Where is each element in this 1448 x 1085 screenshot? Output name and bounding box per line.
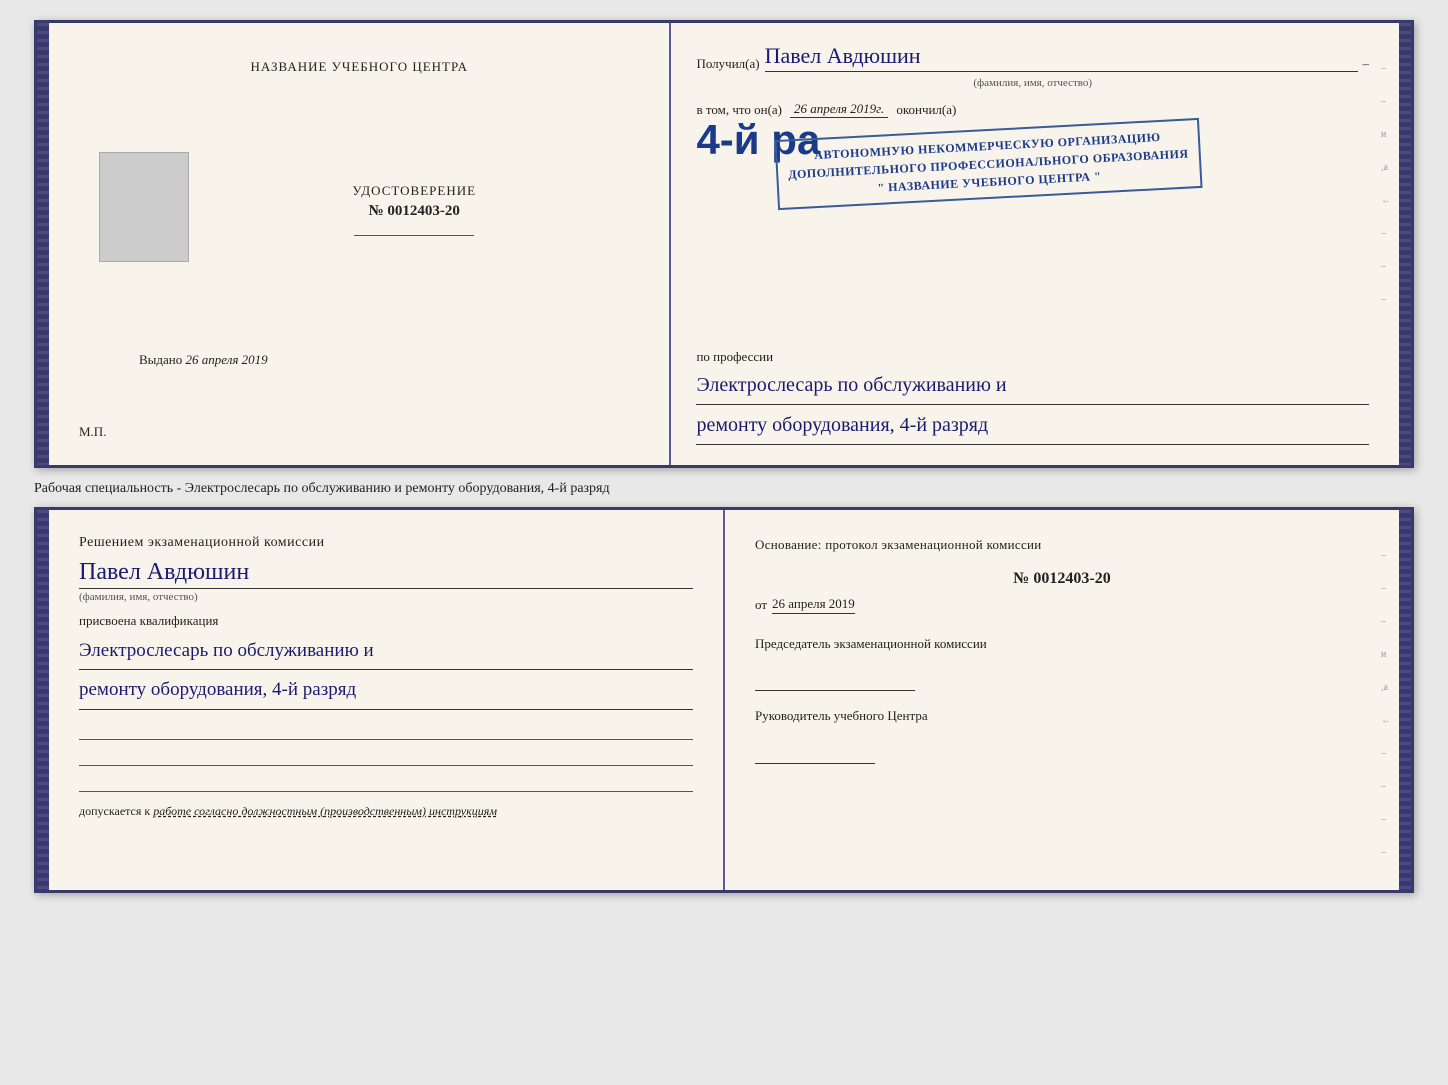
protocol-number: № 0012403-20 — [755, 570, 1369, 588]
blank-lines — [79, 718, 693, 792]
okoncil-label: окончил(а) — [896, 102, 956, 118]
qual-line-1: Электрослесарь по обслуживанию и — [79, 635, 693, 670]
chairman-section: Председатель экзаменационной комиссии — [755, 634, 1369, 692]
bottom-right-page: Основание: протокол экзаменационной коми… — [725, 510, 1399, 890]
cert-right-page: Получил(а) Павел Авдюшин – (фамилия, имя… — [671, 23, 1399, 465]
blank-line-2 — [79, 744, 693, 766]
osnov-line: Основание: протокол экзаменационной коми… — [755, 535, 1369, 555]
right-spine — [1399, 23, 1411, 465]
bottom-left-page: Решением экзаменационной комиссии Павел … — [49, 510, 725, 890]
document-container: НАЗВАНИЕ УЧЕБНОГО ЦЕНТРА УДОСТОВЕРЕНИЕ №… — [34, 20, 1414, 893]
org-line-1: АВТОНОМНУЮ НЕКОММЕРЧЕСКУЮ ОРГАНИЗАЦИЮ ДО… — [787, 127, 1190, 202]
po-professii: по профессии — [696, 349, 1369, 365]
received-label: Получил(а) — [696, 56, 759, 72]
bottom-left-spine — [37, 510, 49, 890]
bottom-certificate-book: Решением экзаменационной комиссии Павел … — [34, 507, 1414, 893]
bottom-right-spine — [1399, 510, 1411, 890]
chairman-sign-line — [755, 671, 915, 691]
top-certificate-book: НАЗВАНИЕ УЧЕБНОГО ЦЕНТРА УДОСТОВЕРЕНИЕ №… — [34, 20, 1414, 468]
director-label: Руководитель учебного Центра — [755, 706, 1369, 726]
cert-number: № 0012403-20 — [352, 203, 476, 220]
ot-line: от 26 апреля 2019 — [755, 596, 1369, 614]
dopuskaetsya: допускается к работе согласно должностны… — [79, 804, 693, 819]
middle-text: Рабочая специальность - Электрослесарь п… — [34, 476, 610, 499]
dopuskaetsya-text: работе согласно должностным (производств… — [153, 804, 497, 818]
issued-label: Выдано — [139, 352, 182, 367]
signature-line — [354, 235, 474, 236]
person-name-top: Павел Авдюшин — [765, 43, 1358, 72]
right-dashes-bottom: – – – и ,а ← – – – – — [1381, 550, 1391, 858]
received-line: Получил(а) Павел Авдюшин – — [696, 43, 1369, 72]
stamp-box: АВТОНОМНУЮ НЕКОММЕРЧЕСКУЮ ОРГАНИЗАЦИЮ ДО… — [775, 118, 1203, 210]
decision-title: Решением экзаменационной комиссии — [79, 535, 693, 551]
ot-label: от — [755, 597, 767, 613]
cert-label: УДОСТОВЕРЕНИЕ — [352, 183, 476, 199]
qual-line-2: ремонту оборудования, 4-й разряд — [79, 674, 693, 709]
prisvoena-label: присвоена квалификация — [79, 613, 693, 629]
director-sign-line — [755, 744, 875, 764]
name-subtitle-bottom: (фамилия, имя, отчество) — [79, 591, 693, 603]
profession-line-1: Электрослесарь по обслуживанию и — [696, 369, 1369, 405]
photo-placeholder — [99, 152, 189, 262]
name-subtitle-top: (фамилия, имя, отчество) — [696, 77, 1369, 89]
cert-left-page: НАЗВАНИЕ УЧЕБНОГО ЦЕНТРА УДОСТОВЕРЕНИЕ №… — [49, 23, 671, 465]
dopuskaetsya-label: допускается к — [79, 804, 150, 818]
middle-text-content: Рабочая специальность - Электрослесарь п… — [34, 481, 610, 496]
blank-line-3 — [79, 770, 693, 792]
person-name-bottom: Павел Авдюшин — [79, 559, 693, 589]
issued-line: Выдано 26 апреля 2019 — [139, 352, 639, 368]
mp-line: М.П. — [79, 424, 106, 440]
ot-date: 26 апреля 2019 — [772, 596, 855, 614]
profession-line-2: ремонту оборудования, 4-й разряд — [696, 409, 1369, 445]
right-dashes: – – и ,а ← – – – — [1381, 63, 1391, 305]
chairman-label: Председатель экзаменационной комиссии — [755, 634, 1369, 654]
director-section: Руководитель учебного Центра — [755, 706, 1369, 764]
left-spine — [37, 23, 49, 465]
left-title: НАЗВАНИЕ УЧЕБНОГО ЦЕНТРА — [251, 58, 468, 76]
issued-date: 26 апреля 2019 — [186, 352, 268, 367]
dash-after-name: – — [1363, 56, 1370, 72]
cert-number-section: УДОСТОВЕРЕНИЕ № 0012403-20 — [352, 183, 476, 220]
blank-line-1 — [79, 718, 693, 740]
profession-section: по профессии Электрослесарь по обслужива… — [696, 349, 1369, 445]
